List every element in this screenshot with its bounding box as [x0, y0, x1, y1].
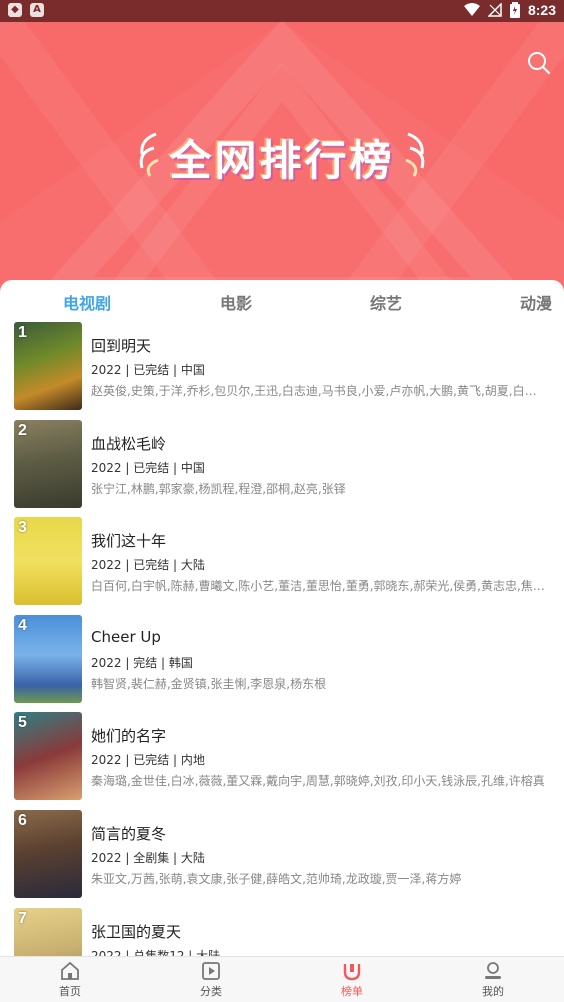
- item-title: 血战松毛岭: [91, 434, 167, 453]
- item-title: 我们这十年: [91, 532, 167, 551]
- list-item[interactable]: 3 我们这十年 2022 | 已完结 | 大陆 白百何,白宇帆,陈赫,曹曦文,陈…: [0, 517, 564, 615]
- rank-number: 5: [18, 714, 27, 732]
- nav-profile[interactable]: 我的: [453, 961, 533, 999]
- list-item[interactable]: 2 血战松毛岭 2022 | 已完结 | 中国 张宁江,林鹏,郭家豪,杨凯程,程…: [0, 419, 564, 518]
- item-title: 回到明天: [91, 337, 152, 355]
- laurel-right-icon: [405, 132, 425, 177]
- item-meta: 2022 | 总集数12 | 大陆: [91, 948, 221, 956]
- status-icons-left: ◆ A: [8, 3, 44, 17]
- wifi-icon: [463, 3, 480, 16]
- item-meta: 2022 | 全剧集 | 大陆: [91, 850, 205, 865]
- tab-movies[interactable]: 电影: [220, 290, 252, 314]
- poster-image: 2: [14, 419, 82, 508]
- profile-icon: [485, 962, 501, 979]
- search-icon[interactable]: [526, 50, 552, 76]
- item-title: 张卫国的夏天: [91, 922, 182, 941]
- nav-label: 首页: [59, 985, 81, 998]
- poster-image: 4: [14, 614, 82, 703]
- rank-number: 4: [18, 616, 27, 634]
- poster-image: 6: [14, 809, 82, 898]
- list-item[interactable]: 1 回到明天 2022 | 已完结 | 中国 赵英俊,史策,于洋,乔杉,包贝尔,…: [0, 322, 564, 420]
- item-meta: 2022 | 已完结 | 中国: [91, 363, 205, 377]
- nav-label: 我的: [482, 985, 504, 998]
- ranking-icon: [343, 964, 361, 981]
- category-tabs: 电视剧 电影 综艺 动漫: [0, 280, 564, 320]
- item-cast: 秦海璐,金世佳,白冰,薇薇,董又霖,戴向宇,周慧,郭晓婷,刘孜,印小天,钱泳辰,…: [91, 774, 545, 789]
- tab-variety[interactable]: 综艺: [370, 290, 402, 314]
- list-item[interactable]: 6 简言的夏冬 2022 | 全剧集 | 大陆 朱亚文,万茜,张萌,袁文康,张子…: [0, 809, 564, 908]
- item-meta: 2022 | 已完结 | 大陆: [91, 558, 205, 573]
- item-cast: 张宁江,林鹏,郭家豪,杨凯程,程澄,邵桐,赵亮,张铎: [91, 481, 346, 496]
- rank-number: 2: [18, 421, 27, 439]
- item-title: 她们的名字: [91, 727, 167, 746]
- bottom-navigation: 首页 分类 榜单 我的: [0, 956, 564, 1002]
- item-cast: 朱亚文,万茜,张萌,袁文康,张子健,薛皓文,范帅琦,龙政璇,贾一泽,蒋方婷: [91, 871, 462, 886]
- list-item[interactable]: 4 Cheer Up 2022 | 完结 | 韩国 韩智贤,裴仁赫,金贤镇,张圭…: [0, 614, 564, 713]
- poster-image: 1: [14, 322, 82, 410]
- status-time: 8:23: [527, 2, 556, 18]
- list-item[interactable]: 7 张卫国的夏天 2022 | 总集数12 | 大陆: [0, 907, 564, 956]
- poster-image: 3: [14, 517, 82, 606]
- rank-number: 3: [18, 519, 27, 537]
- status-icons-right: 8:23: [463, 2, 556, 18]
- ranking-list: 1 回到明天 2022 | 已完结 | 中国 赵英俊,史策,于洋,乔杉,包贝尔,…: [0, 322, 564, 956]
- hero-banner: 全网排行榜: [0, 22, 564, 292]
- rank-number: 6: [18, 811, 27, 829]
- nav-category[interactable]: 分类: [171, 961, 251, 999]
- home-icon: [61, 961, 79, 980]
- item-cast: 白百何,白宇帆,陈赫,曹曦文,陈小艺,董洁,董思怡,董勇,郭晓东,郝荣光,侯勇,…: [91, 579, 547, 594]
- item-meta: 2022 | 完结 | 韩国: [91, 655, 193, 670]
- rank-number: 7: [18, 909, 27, 927]
- tab-anime[interactable]: 动漫: [520, 290, 552, 314]
- item-meta: 2022 | 已完结 | 中国: [91, 460, 205, 475]
- shield-icon: ◆: [8, 3, 22, 17]
- no-signal-icon: [487, 3, 502, 17]
- nav-label: 榜单: [341, 985, 363, 998]
- rank-number: 1: [18, 324, 27, 341]
- poster-image: 7: [14, 907, 82, 956]
- nav-ranking[interactable]: 榜单: [312, 961, 392, 999]
- list-item[interactable]: 5 她们的名字 2022 | 已完结 | 内地 秦海璐,金世佳,白冰,薇薇,董又…: [0, 712, 564, 810]
- nav-label: 分类: [200, 985, 222, 998]
- battery-icon: [509, 2, 520, 18]
- item-title: 简言的夏冬: [91, 824, 167, 843]
- nav-home[interactable]: 首页: [30, 961, 110, 999]
- item-cast: 赵英俊,史策,于洋,乔杉,包贝尔,王迅,白志迪,马书良,小爱,卢亦帆,大鹏,黄飞…: [91, 384, 547, 398]
- item-title: Cheer Up: [91, 627, 161, 646]
- tab-tv-series[interactable]: 电视剧: [63, 290, 111, 314]
- status-bar: ◆ A 8:23: [0, 0, 564, 22]
- poster-image: 5: [14, 712, 82, 801]
- ranking-panel: 电视剧 电影 综艺 动漫 1 回到明天 2022 | 已完结 | 中国 赵英俊,…: [0, 280, 564, 956]
- item-cast: 韩智贤,裴仁赫,金贤镇,张圭悧,李恩泉,杨东根: [91, 676, 327, 691]
- item-meta: 2022 | 已完结 | 内地: [91, 753, 205, 768]
- hero-title: 全网排行榜: [169, 136, 395, 185]
- app-notification-icon: A: [30, 3, 44, 17]
- category-icon: [202, 962, 220, 980]
